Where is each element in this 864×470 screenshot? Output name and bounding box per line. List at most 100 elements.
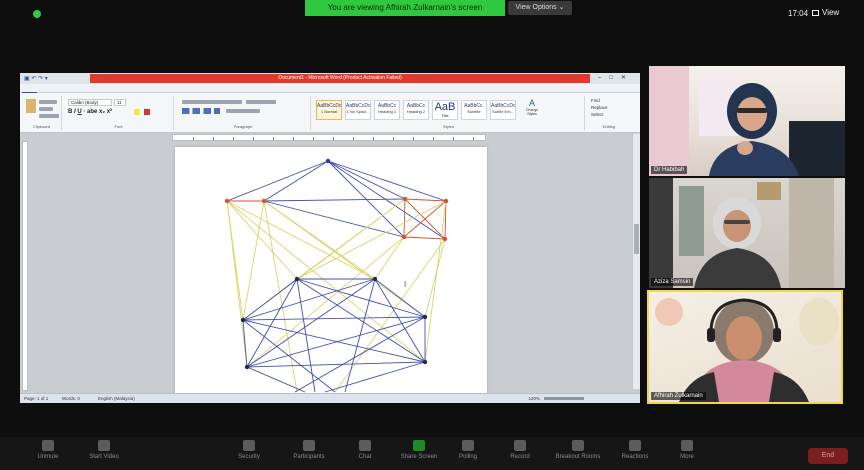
list-buttons[interactable] (182, 100, 242, 104)
ribbon-tabs: File Home Insert Page Layout References … (20, 84, 640, 99)
participant-video (655, 298, 839, 402)
status-language[interactable]: English (Malaysia) (98, 396, 135, 401)
record-icon (514, 440, 526, 451)
graph-edge (246, 366, 306, 393)
participant-video-tile[interactable]: Dr Habibah (649, 66, 845, 176)
style-normal[interactable]: AaBbCcDc 1 Normal (316, 100, 342, 120)
more-button[interactable]: More (657, 440, 717, 460)
indent-buttons[interactable] (246, 100, 276, 104)
chat-button[interactable]: Chat (335, 440, 395, 460)
graph-edge (242, 278, 298, 321)
paste-icon[interactable] (26, 99, 36, 113)
graph-drawing: I (224, 158, 449, 393)
breakout-rooms-label: Breakout Rooms (555, 454, 601, 460)
shared-screen[interactable]: ▣ ↶ ↷ ▾ Document1 - Microsoft Word (Prod… (20, 73, 640, 403)
participants-button[interactable]: Participants (279, 440, 339, 460)
font-size-field[interactable]: 11 (114, 99, 126, 106)
replace-button[interactable]: Replace (591, 105, 608, 110)
change-styles-icon: A (528, 98, 535, 108)
graph-edge (296, 278, 316, 393)
style-label: Subtitle (467, 109, 481, 114)
graph-node (443, 198, 449, 204)
view-button[interactable]: View (812, 6, 839, 20)
vertical-scrollbar[interactable] (632, 134, 640, 389)
graph-edge (242, 278, 376, 321)
more-label: More (680, 454, 694, 460)
font-name-field[interactable]: Calibri (Body) (68, 99, 112, 106)
record-label: Record (510, 454, 530, 460)
status-page[interactable]: Page: 1 of 1 (24, 396, 48, 401)
zoom-level[interactable]: 120% (528, 396, 540, 401)
smiley-icon (629, 440, 641, 451)
ribbon-home: Clipboard Calibri (Body) 11 B I U · abe … (20, 93, 640, 133)
vertical-ruler[interactable] (22, 141, 28, 391)
unmute-button[interactable]: Unmute (18, 440, 78, 460)
graph-edge (374, 278, 426, 318)
record-button[interactable]: Record (490, 440, 550, 460)
graph-node (325, 158, 331, 164)
scrollbar-thumb[interactable] (634, 224, 639, 254)
polling-chart-icon (462, 440, 474, 451)
connection-status-icon (33, 10, 41, 18)
horizontal-ruler[interactable] (172, 134, 486, 141)
share-screen-icon (413, 440, 425, 451)
participant-video-tile[interactable]: Aziza Samsin (649, 178, 845, 288)
clipboard-group: Clipboard (22, 96, 62, 130)
screen-share-banner: You are viewing Afhirah Zulkarnain's scr… (305, 0, 505, 16)
breakout-rooms-button[interactable]: Breakout Rooms (548, 440, 608, 460)
font-color-icon[interactable] (144, 109, 150, 115)
reactions-button[interactable]: Reactions (605, 440, 665, 460)
start-video-button[interactable]: Start Video (74, 440, 134, 460)
font-group: Calibri (Body) 11 B I U · abe x₂ x² Font (64, 96, 174, 130)
highlight-color-icon[interactable] (134, 109, 140, 115)
graph-edge (294, 316, 426, 393)
select-button[interactable]: Select (591, 112, 604, 117)
breakout-rooms-icon (572, 440, 584, 451)
style-subtitle[interactable]: AaBbCc. Subtitle (461, 100, 487, 120)
graph-node (402, 196, 408, 202)
copy-button[interactable] (39, 107, 53, 111)
align-buttons[interactable] (182, 108, 220, 114)
graph-node (422, 314, 428, 320)
change-styles-button[interactable]: A Change Styles (525, 98, 539, 126)
end-meeting-button[interactable]: End (808, 448, 848, 464)
style-sample: AaB (434, 101, 456, 113)
view-options-button[interactable]: View Options ⌄ (508, 1, 572, 15)
security-button[interactable]: Security (219, 440, 279, 460)
video-camera-icon (98, 440, 110, 451)
cut-button[interactable] (39, 100, 57, 104)
meeting-controls-bar: Unmute Start Video Security Participants… (0, 437, 864, 470)
graph-node (442, 236, 448, 242)
format-painter-button[interactable] (39, 114, 59, 118)
active-speaker-tile[interactable]: Afhirah Zulkarnain (647, 290, 843, 404)
participants-icon (303, 440, 315, 451)
quick-access-toolbar[interactable]: ▣ ↶ ↷ ▾ (24, 75, 48, 82)
graph-edge (242, 200, 265, 321)
style-label: Title (441, 113, 449, 118)
find-button[interactable]: Find (591, 98, 600, 103)
graph-node (422, 359, 428, 365)
unmute-label: Unmute (37, 454, 59, 460)
styles-group-label: Styles (443, 124, 454, 129)
meeting-clock: 17:04 (788, 9, 809, 18)
window-controls[interactable]: –□✕ (598, 74, 634, 81)
graph-edge (226, 200, 376, 280)
bold-italic-underline-buttons[interactable]: B I U · abe x₂ x² (68, 109, 112, 115)
style-heading-1[interactable]: AaBbCc Heading 1 (374, 100, 400, 120)
graph-edge (246, 278, 376, 368)
style-label: Subtle Em... (492, 109, 514, 114)
style-no-spacing[interactable]: AaBbCcDc 1 No Spaci... (345, 100, 371, 120)
style-title[interactable]: AaB Title (432, 100, 458, 120)
style-heading-2[interactable]: AaBbCc Heading 2 (403, 100, 429, 120)
microphone-muted-icon (42, 440, 54, 451)
polling-button[interactable]: Polling (438, 440, 498, 460)
document-page[interactable]: I (175, 147, 487, 393)
participant-video (649, 66, 845, 176)
zoom-slider[interactable] (544, 397, 584, 400)
status-words[interactable]: Words: 0 (62, 396, 80, 401)
line-spacing-shading-buttons[interactable] (226, 109, 260, 113)
style-subtle-emphasis[interactable]: AaBbCcDc Subtle Em... (490, 100, 516, 120)
paragraph-group-label: Paragraph (233, 124, 253, 129)
graph-edge (296, 278, 426, 363)
graph-edge (403, 200, 447, 238)
